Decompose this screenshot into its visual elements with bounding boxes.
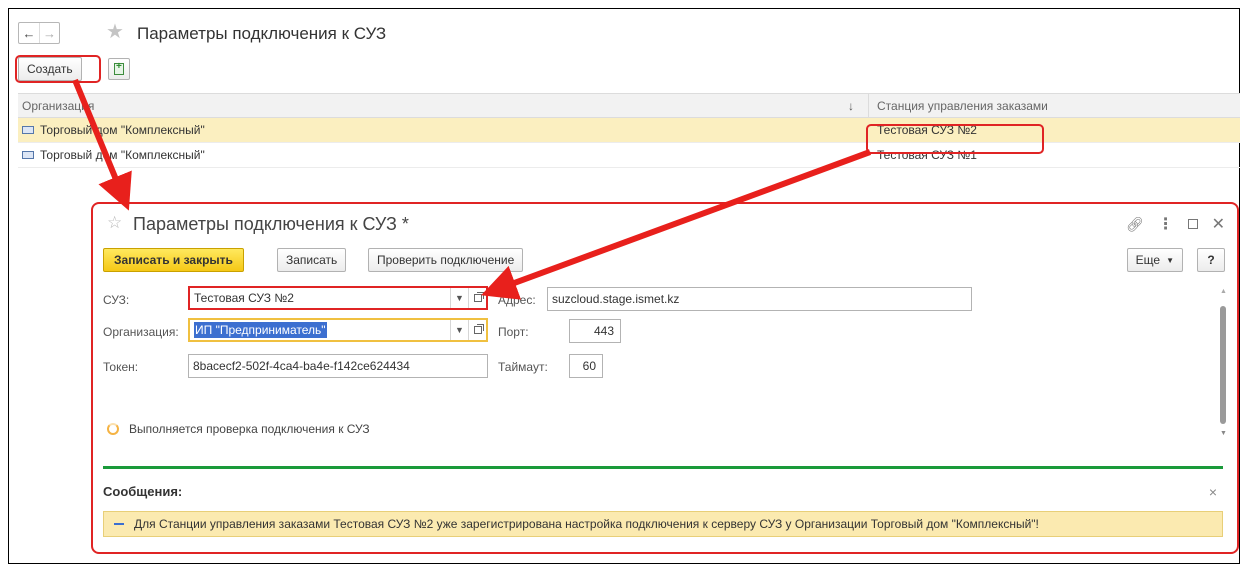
arrow-create-to-dialog xyxy=(72,78,132,211)
annotation-arrows xyxy=(72,78,872,300)
arrow-station-to-suz-field xyxy=(481,149,872,300)
